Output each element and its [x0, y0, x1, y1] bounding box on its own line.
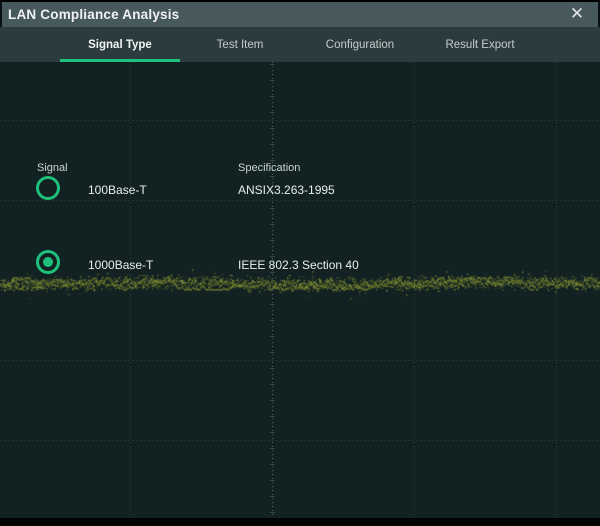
specification-label: IEEE 802.3 Section 40: [238, 258, 359, 272]
specification-label: ANSIX3.263-1995: [238, 183, 335, 197]
signal-label[interactable]: 1000Base-T: [88, 258, 153, 272]
background-waveform: [0, 268, 600, 300]
tab-configuration[interactable]: Configuration: [300, 27, 420, 62]
close-icon[interactable]: ✕: [566, 3, 588, 25]
radio-dot: [43, 257, 53, 267]
tab-label: Test Item: [217, 39, 264, 51]
tab-result-export[interactable]: Result Export: [420, 27, 540, 62]
left-bezel: [0, 2, 2, 27]
tab-label: Configuration: [326, 39, 394, 51]
lan-compliance-dialog: LAN Compliance Analysis ✕ Signal Type Te…: [0, 0, 600, 526]
column-header-signal: Signal: [37, 162, 68, 174]
tab-signal-type[interactable]: Signal Type: [60, 27, 180, 62]
dialog-titlebar: LAN Compliance Analysis ✕: [0, 2, 600, 27]
signal-label[interactable]: 100Base-T: [88, 183, 147, 197]
dialog-title: LAN Compliance Analysis: [8, 7, 179, 22]
tab-bar: Signal Type Test Item Configuration Resu…: [0, 27, 600, 62]
bottom-bezel: [0, 518, 600, 526]
radio-100base-t[interactable]: [36, 176, 60, 200]
tab-label: Result Export: [445, 39, 514, 51]
tab-test-item[interactable]: Test Item: [180, 27, 300, 62]
signal-type-panel: Signal Specification 100Base-T ANSIX3.26…: [0, 62, 600, 518]
column-header-specification: Specification: [238, 162, 300, 174]
tab-label: Signal Type: [88, 39, 152, 51]
radio-1000base-t[interactable]: [36, 250, 60, 274]
